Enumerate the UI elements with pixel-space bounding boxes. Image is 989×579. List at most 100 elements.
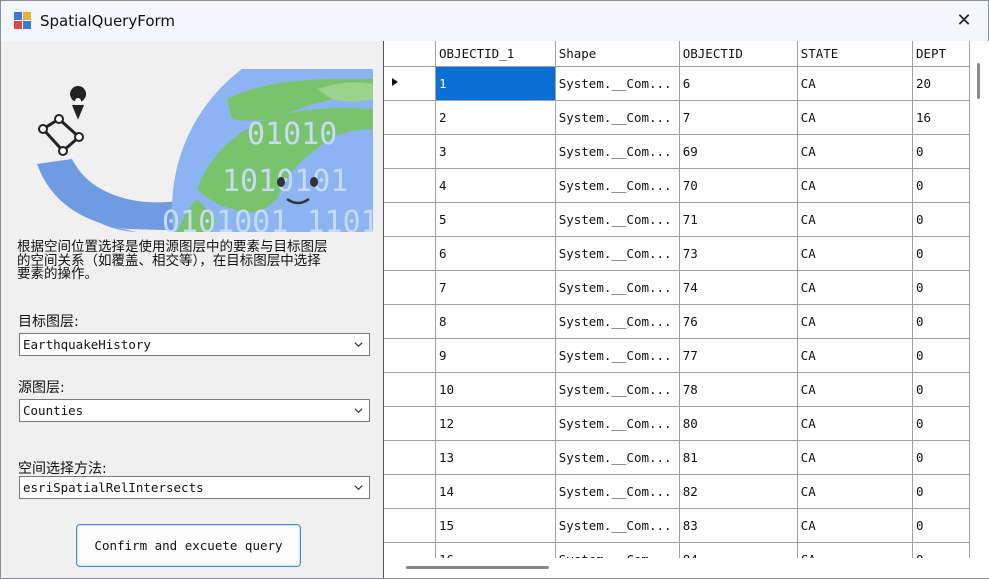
table-cell[interactable]: 71: [679, 202, 798, 237]
row-header[interactable]: [384, 66, 436, 101]
table-cell[interactable]: System.__Com...: [555, 338, 680, 373]
table-cell[interactable]: System.__Com...: [555, 440, 680, 475]
row-header[interactable]: [384, 372, 436, 407]
table-cell[interactable]: System.__Com...: [555, 202, 680, 237]
table-cell[interactable]: 16: [912, 100, 970, 135]
table-cell[interactable]: 16: [435, 542, 556, 558]
table-cell[interactable]: 0: [912, 508, 970, 543]
table-cell[interactable]: 7: [679, 100, 798, 135]
row-header[interactable]: [384, 270, 436, 305]
column-header[interactable]: Shape: [555, 41, 680, 67]
row-header[interactable]: [384, 100, 436, 135]
table-cell[interactable]: 78: [679, 372, 798, 407]
table-cell[interactable]: 3: [435, 134, 556, 169]
table-cell[interactable]: 0: [912, 168, 970, 203]
column-header[interactable]: OBJECTID: [679, 41, 798, 67]
spatial-method-select[interactable]: esriSpatialRelIntersects: [19, 476, 370, 499]
table-row[interactable]: 13 System.__Com... 81 CA 0: [384, 440, 970, 475]
table-cell[interactable]: 13: [435, 440, 556, 475]
table-cell[interactable]: System.__Com...: [555, 270, 680, 305]
row-header[interactable]: [384, 338, 436, 373]
table-cell[interactable]: 0: [912, 474, 970, 509]
row-header[interactable]: [384, 440, 436, 475]
table-cell[interactable]: 80: [679, 406, 798, 441]
table-row[interactable]: 3 System.__Com... 69 CA 0: [384, 134, 970, 169]
table-cell[interactable]: 0: [912, 440, 970, 475]
table-cell[interactable]: CA: [797, 474, 913, 509]
table-cell[interactable]: System.__Com...: [555, 100, 680, 135]
vertical-scroll-thumb[interactable]: [977, 63, 980, 99]
table-row[interactable]: 1 System.__Com... 6 CA 20: [384, 66, 970, 101]
table-cell[interactable]: 0: [912, 338, 970, 373]
close-icon[interactable]: ✕: [954, 11, 974, 31]
table-cell[interactable]: 81: [679, 440, 798, 475]
table-cell[interactable]: System.__Com...: [555, 236, 680, 271]
table-cell[interactable]: 1: [435, 66, 556, 101]
table-cell[interactable]: System.__Com...: [555, 372, 680, 407]
table-cell[interactable]: 4: [435, 168, 556, 203]
target-layer-select[interactable]: EarthquakeHistory: [19, 333, 370, 356]
table-cell[interactable]: 15: [435, 508, 556, 543]
table-cell[interactable]: CA: [797, 406, 913, 441]
table-cell[interactable]: 0: [912, 202, 970, 237]
table-cell[interactable]: 10: [435, 372, 556, 407]
table-cell[interactable]: 77: [679, 338, 798, 373]
table-row[interactable]: 8 System.__Com... 76 CA 0: [384, 304, 970, 339]
table-cell[interactable]: CA: [797, 508, 913, 543]
table-cell[interactable]: CA: [797, 304, 913, 339]
table-cell[interactable]: System.__Com...: [555, 542, 680, 558]
table-cell[interactable]: CA: [797, 542, 913, 558]
table-cell[interactable]: 9: [435, 338, 556, 373]
table-row[interactable]: 15 System.__Com... 83 CA 0: [384, 508, 970, 543]
table-cell[interactable]: 74: [679, 270, 798, 305]
table-row[interactable]: 12 System.__Com... 80 CA 0: [384, 406, 970, 441]
table-cell[interactable]: System.__Com...: [555, 134, 680, 169]
results-grid[interactable]: OBJECTID_1 Shape OBJECTID STATE DEPT 1 System…: [384, 41, 970, 558]
title-bar[interactable]: SpatialQueryForm ✕: [1, 1, 988, 41]
table-cell[interactable]: CA: [797, 236, 913, 271]
source-layer-select[interactable]: Counties: [19, 399, 370, 422]
table-cell[interactable]: CA: [797, 134, 913, 169]
table-cell[interactable]: 0: [912, 304, 970, 339]
table-cell[interactable]: System.__Com...: [555, 508, 680, 543]
table-row[interactable]: 14 System.__Com... 82 CA 0: [384, 474, 970, 509]
vertical-scrollbar[interactable]: [970, 41, 989, 558]
table-cell[interactable]: 6: [679, 66, 798, 101]
table-cell[interactable]: 0: [912, 134, 970, 169]
table-row[interactable]: 6 System.__Com... 73 CA 0: [384, 236, 970, 271]
table-cell[interactable]: CA: [797, 100, 913, 135]
table-cell[interactable]: 8: [435, 304, 556, 339]
row-header[interactable]: [384, 202, 436, 237]
table-cell[interactable]: System.__Com...: [555, 168, 680, 203]
table-cell[interactable]: 70: [679, 168, 798, 203]
table-cell[interactable]: 20: [912, 66, 970, 101]
row-header[interactable]: [384, 542, 436, 558]
table-cell[interactable]: 73: [679, 236, 798, 271]
confirm-query-button[interactable]: Confirm and excuete query: [76, 524, 301, 567]
column-header[interactable]: OBJECTID_1: [435, 41, 556, 67]
row-header[interactable]: [384, 406, 436, 441]
row-header[interactable]: [384, 508, 436, 543]
row-header[interactable]: [384, 134, 436, 169]
table-cell[interactable]: CA: [797, 202, 913, 237]
column-header[interactable]: STATE: [797, 41, 913, 67]
table-cell[interactable]: 84: [679, 542, 798, 558]
table-cell[interactable]: 14: [435, 474, 556, 509]
table-cell[interactable]: 0: [912, 542, 970, 558]
table-cell[interactable]: 82: [679, 474, 798, 509]
table-row[interactable]: 10 System.__Com... 78 CA 0: [384, 372, 970, 407]
table-cell[interactable]: CA: [797, 270, 913, 305]
table-row[interactable]: 5 System.__Com... 71 CA 0: [384, 202, 970, 237]
table-cell[interactable]: 83: [679, 508, 798, 543]
table-cell[interactable]: System.__Com...: [555, 66, 680, 101]
table-cell[interactable]: 69: [679, 134, 798, 169]
table-cell[interactable]: 0: [912, 236, 970, 271]
table-cell[interactable]: 5: [435, 202, 556, 237]
table-cell[interactable]: CA: [797, 440, 913, 475]
row-header[interactable]: [384, 168, 436, 203]
table-cell[interactable]: 0: [912, 372, 970, 407]
table-cell[interactable]: CA: [797, 66, 913, 101]
table-row[interactable]: 16System.__Com...84CA0: [384, 542, 970, 558]
table-cell[interactable]: 0: [912, 406, 970, 441]
table-cell[interactable]: System.__Com...: [555, 474, 680, 509]
